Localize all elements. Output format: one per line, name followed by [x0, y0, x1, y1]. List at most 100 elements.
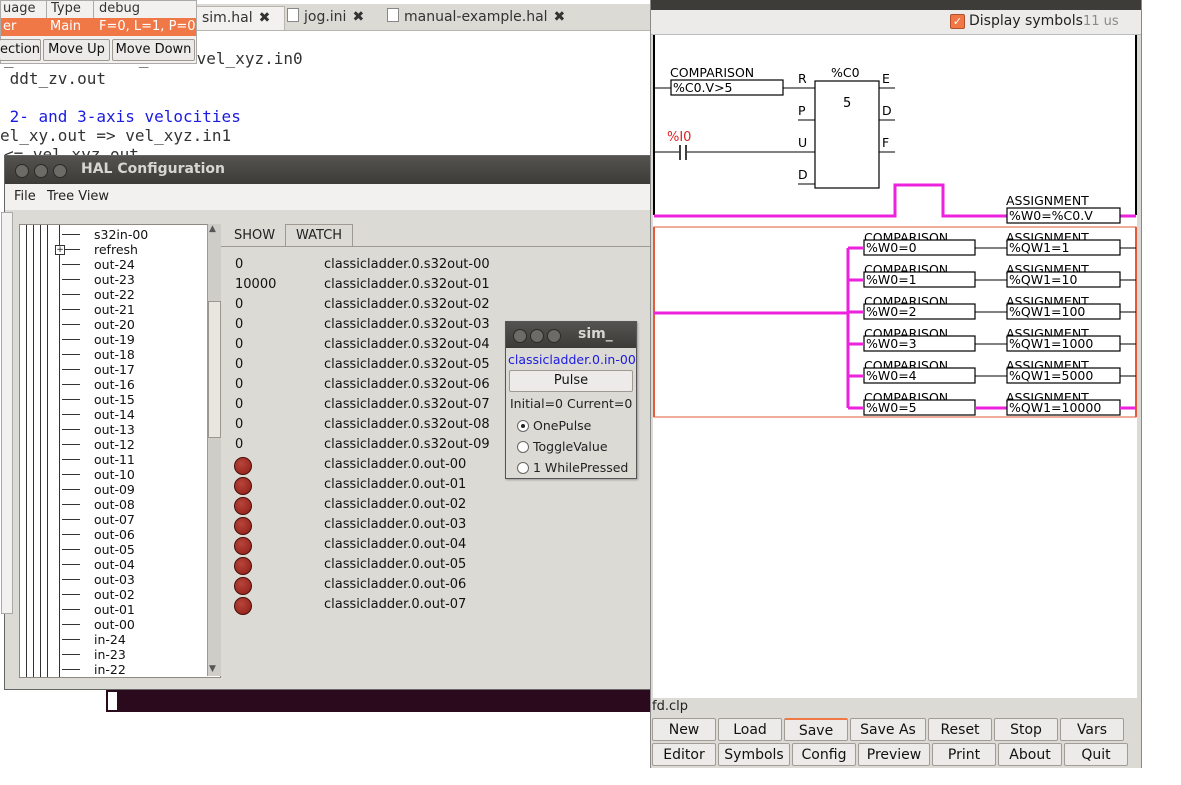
- tree-item[interactable]: out-12: [20, 437, 210, 452]
- scrollbar-thumb[interactable]: [208, 301, 221, 438]
- symbols-button[interactable]: Symbols: [718, 743, 790, 766]
- tree-item[interactable]: out-22: [20, 287, 210, 302]
- close-window-icon[interactable]: [513, 329, 527, 343]
- scroll-down-icon[interactable]: ▼: [209, 664, 216, 674]
- tree-item[interactable]: out-15: [20, 392, 210, 407]
- radio-label[interactable]: 1 WhilePressed: [533, 460, 628, 475]
- tree-item[interactable]: out-13: [20, 422, 210, 437]
- tab-jog-ini[interactable]: jog.ini ✖: [281, 6, 370, 29]
- code-line[interactable]: el_xy.out => vel_xyz.in1: [0, 126, 231, 145]
- comparison-expression: %W0=3: [866, 336, 917, 351]
- code-line[interactable]: ddt_zv.out: [0, 69, 106, 88]
- save-button[interactable]: Save: [784, 718, 848, 741]
- tree-item[interactable]: s32in-00: [20, 227, 210, 242]
- maximize-window-icon[interactable]: [547, 329, 561, 343]
- bit-led-icon: [234, 597, 252, 615]
- tree-item[interactable]: out-23: [20, 272, 210, 287]
- minimize-window-icon[interactable]: [530, 329, 544, 343]
- tree-item[interactable]: in-22: [20, 662, 210, 677]
- save-as-button[interactable]: Save As: [850, 718, 926, 741]
- tree-item[interactable]: out-11: [20, 452, 210, 467]
- tree-item[interactable]: in-24: [20, 632, 210, 647]
- ladder-canvas[interactable]: COMPARISON %C0.V>5 %I0 %C0 5 R P U D E D…: [653, 35, 1137, 698]
- radio-label[interactable]: ToggleValue: [533, 439, 608, 454]
- window-titlebar[interactable]: HAL Configuration: [5, 156, 651, 184]
- tree-scrollbar[interactable]: ▲ ▼: [207, 224, 221, 676]
- tab-sim-hal[interactable]: sim.hal ✖: [195, 6, 285, 30]
- tree-item[interactable]: + refresh: [20, 242, 210, 257]
- tab-label: jog.ini: [304, 9, 347, 25]
- tree-item[interactable]: in-23: [20, 647, 210, 662]
- tree-item[interactable]: out-16: [20, 377, 210, 392]
- menu-tree-view[interactable]: Tree View: [47, 189, 109, 204]
- bit-led-icon: [234, 577, 252, 595]
- pin-tree-view[interactable]: s32in-00 + refresh out-24 out-23 out-22 out-21…: [19, 224, 221, 678]
- load-button[interactable]: Load: [718, 718, 782, 741]
- comparison-title: COMPARISON: [670, 65, 754, 80]
- tree-item[interactable]: out-18: [20, 347, 210, 362]
- minimize-window-icon[interactable]: [34, 164, 48, 178]
- tree-item[interactable]: out-10: [20, 467, 210, 482]
- stop-button[interactable]: Stop: [994, 718, 1058, 741]
- print-button[interactable]: Print: [932, 743, 996, 766]
- dialog-titlebar[interactable]: sim_: [506, 322, 636, 348]
- pulse-button[interactable]: Pulse: [509, 370, 633, 392]
- tree-item-label: out-15: [94, 392, 135, 407]
- editor-tab-bar: sim.hal ✖ jog.ini ✖ manual-example.hal ✖: [195, 4, 650, 31]
- table-row-selected[interactable]: er Main F=0, L=1, P=0: [1, 18, 196, 36]
- maximize-window-icon[interactable]: [53, 164, 67, 178]
- window-titlebar[interactable]: [651, 0, 1141, 10]
- expand-icon[interactable]: +: [55, 245, 65, 255]
- radio-button[interactable]: [517, 441, 529, 453]
- tab-manual-example-hal[interactable]: manual-example.hal ✖: [381, 6, 571, 29]
- tree-item[interactable]: out-19: [20, 332, 210, 347]
- display-symbols-label[interactable]: Display symbols: [969, 13, 1083, 29]
- close-icon[interactable]: ✖: [554, 9, 566, 25]
- move-up-button[interactable]: Move Up: [43, 39, 110, 61]
- section-button[interactable]: ection: [0, 39, 41, 61]
- close-icon[interactable]: ✖: [352, 9, 364, 25]
- radio-button[interactable]: [517, 420, 529, 432]
- tree-item[interactable]: out-17: [20, 362, 210, 377]
- tree-item-label: out-12: [94, 437, 135, 452]
- tree-item[interactable]: out-09: [20, 482, 210, 497]
- comparison-expression: %W0=5: [866, 400, 917, 415]
- tree-item[interactable]: out-20: [20, 317, 210, 332]
- quit-button[interactable]: Quit: [1064, 743, 1128, 766]
- preview-button[interactable]: Preview: [858, 743, 930, 766]
- tree-item[interactable]: out-24: [20, 257, 210, 272]
- tree-item[interactable]: out-07: [20, 512, 210, 527]
- tree-item[interactable]: out-02: [20, 587, 210, 602]
- tree-item[interactable]: out-14: [20, 407, 210, 422]
- comparison-expression: %W0=0: [866, 240, 917, 255]
- tab-watch[interactable]: WATCH: [285, 224, 354, 247]
- new-button[interactable]: New: [652, 718, 716, 741]
- tree-item[interactable]: out-03: [20, 572, 210, 587]
- tree-item[interactable]: out-08: [20, 497, 210, 512]
- config-button[interactable]: Config: [792, 743, 856, 766]
- editor-button[interactable]: Editor: [652, 743, 716, 766]
- tree-item[interactable]: out-01: [20, 602, 210, 617]
- sim-pin-dialog: sim_ classicladder.0.in-00 Pulse Initial…: [505, 321, 637, 479]
- close-window-icon[interactable]: [15, 164, 29, 178]
- tree-item[interactable]: out-05: [20, 542, 210, 557]
- radio-label[interactable]: OnePulse: [533, 418, 591, 433]
- move-down-button[interactable]: Move Down: [112, 39, 195, 61]
- tree-item[interactable]: out-06: [20, 527, 210, 542]
- vars-button[interactable]: Vars: [1060, 718, 1124, 741]
- comparison-expression: %W0=1: [866, 272, 917, 287]
- radio-button[interactable]: [517, 462, 529, 474]
- close-icon[interactable]: ✖: [259, 10, 271, 26]
- tab-show[interactable]: SHOW: [224, 225, 285, 247]
- tree-item[interactable]: out-04: [20, 557, 210, 572]
- menu-file[interactable]: File: [14, 189, 36, 204]
- display-symbols-checkbox[interactable]: ✓: [950, 14, 965, 29]
- tree-item[interactable]: out-21: [20, 302, 210, 317]
- code-comment[interactable]: 2- and 3-axis velocities: [0, 107, 241, 126]
- scroll-up-icon[interactable]: ▲: [209, 224, 216, 234]
- reset-button[interactable]: Reset: [928, 718, 992, 741]
- about-button[interactable]: About: [998, 743, 1062, 766]
- tree-item[interactable]: out-00: [20, 617, 210, 632]
- tree-item-label: out-09: [94, 482, 135, 497]
- watch-pin-name: classicladder.0.s32out-05: [324, 357, 490, 372]
